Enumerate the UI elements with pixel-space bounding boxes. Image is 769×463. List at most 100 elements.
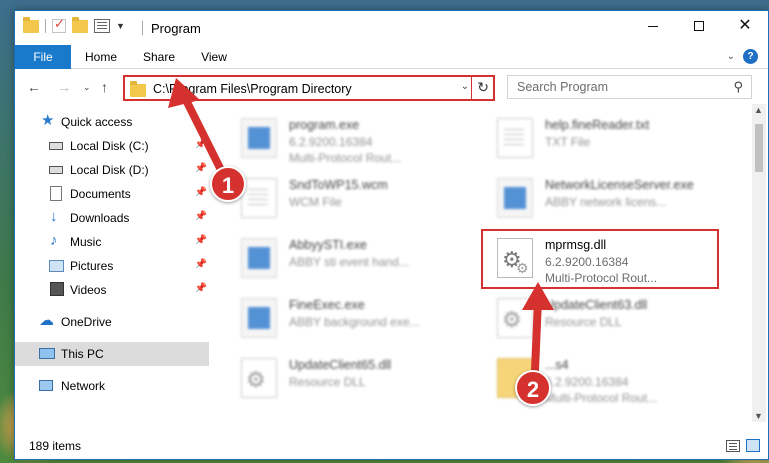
properties-icon[interactable] xyxy=(94,19,110,33)
search-box[interactable]: Search Program ⚲ xyxy=(507,75,752,99)
navigation-pane: ★ Quick access Local Disk (C:) 📌 Local D… xyxy=(15,104,211,422)
navigation-bar: ← → ⌄ ↑ C:\Program Files\Program Directo… xyxy=(15,70,768,104)
sidebar-item-label: Videos xyxy=(70,283,107,297)
file-detail: 6.2.9200.16384 xyxy=(289,135,373,149)
file-item[interactable]: program.exe 6.2.9200.16384 Multi-Protoco… xyxy=(233,112,473,170)
up-arrow-icon[interactable]: ↑ xyxy=(101,79,108,95)
vertical-scrollbar[interactable]: ▲ ▼ xyxy=(752,104,766,422)
file-item[interactable]: help.fineReader.txt TXT File xyxy=(489,112,729,170)
sidebar-item-videos[interactable]: Videos 📌 xyxy=(15,278,209,302)
sidebar-item-onedrive[interactable]: ☁ OneDrive xyxy=(15,310,209,334)
scroll-up-arrow-icon[interactable]: ▲ xyxy=(754,105,763,115)
sidebar-item-documents[interactable]: Documents 📌 xyxy=(15,182,209,206)
sidebar-item-pictures[interactable]: Pictures 📌 xyxy=(15,254,209,278)
address-folder-icon xyxy=(130,81,146,97)
refresh-icon[interactable]: ↻ xyxy=(477,79,489,96)
search-placeholder[interactable]: Search Program xyxy=(517,80,608,94)
help-icon[interactable]: ? xyxy=(743,49,758,64)
pin-icon[interactable]: 📌 xyxy=(195,235,207,246)
file-detail: Resource DLL xyxy=(289,375,366,389)
file-name: mprmsg.dll xyxy=(545,238,607,252)
file-name: AbbyySTI.exe xyxy=(289,238,367,252)
file-detail: 6.2.9200.16384 xyxy=(545,375,629,389)
sidebar-item-music[interactable]: ♪ Music 📌 xyxy=(15,230,209,254)
file-item[interactable]: AbbyySTI.exe ABBY sti event hand... xyxy=(233,232,473,290)
drive-icon xyxy=(49,162,65,178)
file-explorer-window: ▼ Program ✕ File Home Share View ⌄ ? ← →… xyxy=(14,10,769,460)
forward-arrow-icon[interactable]: → xyxy=(57,79,71,95)
music-icon: ♪ xyxy=(50,232,58,249)
scrollbar-thumb[interactable] xyxy=(755,124,763,172)
status-bar: 189 items xyxy=(15,433,768,459)
gear-icon: ⚙ xyxy=(246,367,266,392)
properties-check-icon[interactable] xyxy=(52,16,66,33)
pin-icon[interactable]: 📌 xyxy=(195,259,207,270)
file-item[interactable]: NetworkLicenseServer.exe ABBY network li… xyxy=(489,172,729,230)
file-name: UpdateClient63.dll xyxy=(545,298,648,312)
dll-icon: ⚙ ⚙ xyxy=(497,238,533,278)
text-file-icon xyxy=(497,118,533,158)
sidebar-item-this-pc[interactable]: This PC xyxy=(15,342,209,366)
file-item[interactable]: ⚙ UpdateClient65.dll Resource DLL xyxy=(233,352,473,410)
file-item[interactable]: FineExec.exe ABBY background exe... xyxy=(233,292,473,350)
dll-icon: ⚙ xyxy=(497,298,533,338)
address-dropdown-icon[interactable]: ⌄ xyxy=(461,81,469,92)
pin-icon[interactable]: 📌 xyxy=(195,283,207,294)
file-name: UpdateClient65.dll xyxy=(289,358,392,372)
sidebar-item-label: Music xyxy=(70,235,102,249)
tab-view[interactable]: View xyxy=(199,45,229,69)
folder-icon[interactable] xyxy=(23,16,39,33)
exe-icon xyxy=(241,238,277,278)
file-detail: Resource DLL xyxy=(545,315,622,329)
file-detail: ABBY background exe... xyxy=(289,315,420,329)
minimize-button[interactable] xyxy=(630,11,676,41)
new-folder-icon[interactable] xyxy=(72,16,88,33)
recent-locations-chevron-icon[interactable]: ⌄ xyxy=(83,82,91,93)
sidebar-item-network[interactable]: Network xyxy=(15,374,209,398)
expand-ribbon-chevron-icon[interactable]: ⌄ xyxy=(727,51,735,62)
search-icon[interactable]: ⚲ xyxy=(733,79,743,95)
pin-icon[interactable]: 📌 xyxy=(195,163,207,174)
pin-icon[interactable]: 📌 xyxy=(195,187,207,198)
large-icons-view-icon[interactable] xyxy=(746,439,760,452)
file-item[interactable]: ⚙ UpdateClient63.dll Resource DLL xyxy=(489,292,729,350)
close-button[interactable]: ✕ xyxy=(722,11,768,41)
sidebar-item-label: Quick access xyxy=(61,115,133,129)
file-name: help.fineReader.txt xyxy=(545,118,650,132)
step-1-badge: 1 xyxy=(210,166,246,202)
minimize-icon xyxy=(648,25,658,27)
close-icon: ✕ xyxy=(738,17,752,34)
back-arrow-icon[interactable]: ← xyxy=(27,79,41,95)
file-name: FineExec.exe xyxy=(289,298,365,312)
sidebar-item-label: Documents xyxy=(70,187,131,201)
sidebar-item-label: Pictures xyxy=(70,259,114,273)
tab-share[interactable]: Share xyxy=(141,45,177,69)
file-detail: 6.2.9200.16384 xyxy=(545,255,629,269)
file-detail: Multi-Protocol Rout... xyxy=(545,271,658,285)
file-detail: Multi-Protocol Rout... xyxy=(289,151,402,165)
details-view-icon[interactable] xyxy=(726,440,740,452)
ribbon-right-controls: ⌄ ? xyxy=(727,49,758,64)
pin-icon[interactable]: 📌 xyxy=(195,211,207,222)
address-bar[interactable]: C:\Program Files\Program Directory ⌄ ↻ xyxy=(123,75,495,101)
network-icon xyxy=(39,378,55,394)
pin-icon[interactable]: 📌 xyxy=(195,139,207,150)
window-controls: ✕ xyxy=(630,11,768,41)
gear-icon: ⚙ xyxy=(502,307,522,332)
tab-home[interactable]: Home xyxy=(83,45,119,69)
address-path[interactable]: C:\Program Files\Program Directory xyxy=(153,82,352,96)
title-bar: ▼ Program ✕ xyxy=(15,11,768,45)
sidebar-item-local-disk-d[interactable]: Local Disk (D:) 📌 xyxy=(15,158,209,182)
sidebar-item-local-disk-c[interactable]: Local Disk (C:) 📌 xyxy=(15,134,209,158)
file-detail: ABBY sti event hand... xyxy=(289,255,409,269)
file-item-mprmsg-dll[interactable]: ⚙ ⚙ mprmsg.dll 6.2.9200.16384 Multi-Prot… xyxy=(489,232,729,290)
maximize-button[interactable] xyxy=(676,11,722,41)
sidebar-item-quick-access[interactable]: ★ Quick access xyxy=(15,110,209,134)
file-item[interactable]: SndToWP15.wcm WCM File xyxy=(233,172,473,230)
customize-toolbar-dropdown-icon[interactable]: ▼ xyxy=(116,21,125,31)
file-list: program.exe 6.2.9200.16384 Multi-Protoco… xyxy=(219,104,747,422)
scroll-down-arrow-icon[interactable]: ▼ xyxy=(754,411,763,421)
tab-file[interactable]: File xyxy=(15,45,71,69)
sidebar-item-downloads[interactable]: ↓ Downloads 📌 xyxy=(15,206,209,230)
file-detail: TXT File xyxy=(545,135,591,149)
